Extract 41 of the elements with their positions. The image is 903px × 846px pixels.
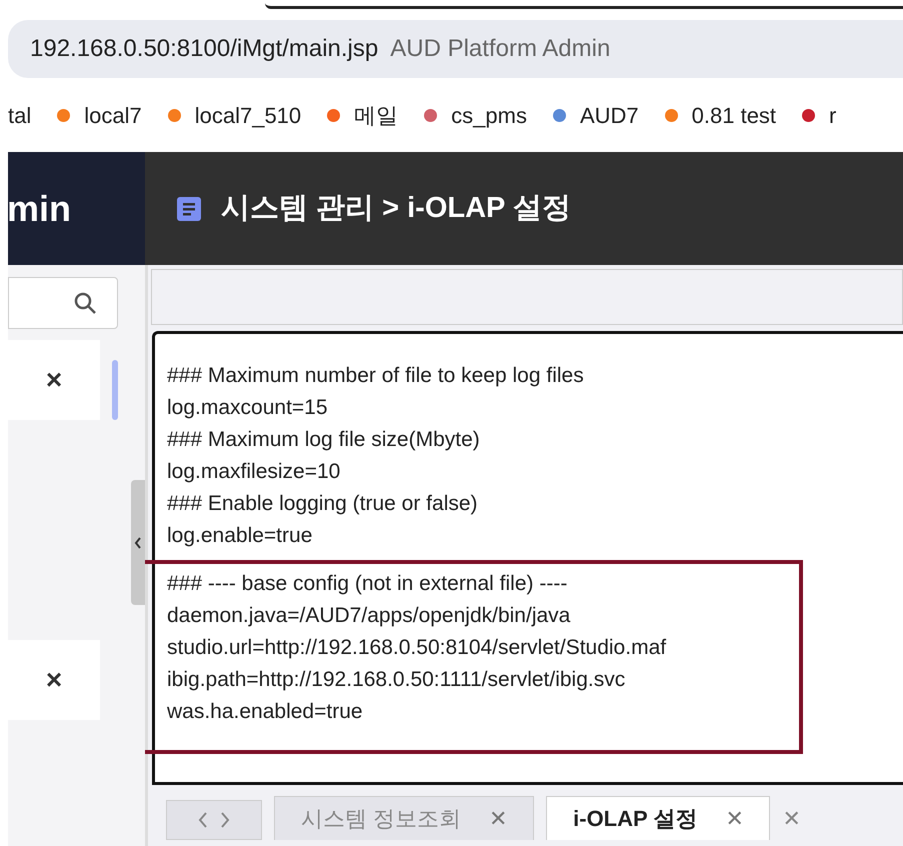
brand-text: min xyxy=(7,186,72,230)
bookmark-link[interactable]: tal xyxy=(8,98,32,132)
bookmark-link[interactable]: 0.81 test xyxy=(692,98,776,132)
collapse-handle[interactable] xyxy=(131,480,145,605)
bookmark-link[interactable]: r xyxy=(829,98,836,132)
code-line: ### Maximum log file size(Mbyte) xyxy=(167,427,480,453)
search-icon xyxy=(73,290,97,314)
code-line: log.maxfilesize=10 xyxy=(167,459,340,485)
chevron-left-icon xyxy=(134,536,142,548)
close-icon[interactable]: × xyxy=(46,359,62,401)
sidebar-tab[interactable]: × xyxy=(8,640,100,720)
code-line: log.maxcount=15 xyxy=(167,395,328,421)
code-line: ibig.path=http://192.168.0.50:1111/servlet/ibig.svc xyxy=(167,667,626,693)
close-icon[interactable]: ✕ xyxy=(725,802,744,835)
tab[interactable]: 시스템 정보조회 ✕ xyxy=(274,796,534,840)
tab[interactable]: i-OLAP 설정 ✕ xyxy=(546,796,770,840)
code-line: ### Maximum number of file to keep log files xyxy=(167,363,584,389)
code-line: log.enable=true xyxy=(167,523,312,549)
sidebar-tab[interactable]: × xyxy=(8,340,100,420)
bookmark-link[interactable]: local7_510 xyxy=(194,98,302,132)
code-line: daemon.java=/AUD7/apps/openjdk/bin/java xyxy=(167,603,570,629)
address-bar[interactable]: 192.168.0.50:8100/iMgt/main.jsp AUD Platform Admin xyxy=(8,20,903,78)
page-title: AUD Platform Admin xyxy=(390,34,610,64)
chevron-right-icon[interactable] xyxy=(220,811,230,829)
code-line: ### Enable logging (true or false) xyxy=(167,491,478,517)
bookmark-link[interactable]: 메일 xyxy=(354,98,398,132)
search-field[interactable] xyxy=(8,276,118,328)
bookmark-link[interactable]: local7 xyxy=(84,98,142,132)
breadcrumb: 시스템 관리 > i-OLAP 설정 xyxy=(221,190,571,226)
close-icon[interactable]: × xyxy=(46,659,62,701)
close-icon[interactable]: ✕ xyxy=(489,802,508,835)
document-icon xyxy=(177,196,201,220)
code-line: studio.url=http://192.168.0.50:8104/servlet/Studio.maf xyxy=(167,635,666,661)
scrollbar-thumb[interactable] xyxy=(112,360,118,420)
code-line: was.ha.enabled=true xyxy=(167,699,363,725)
chevron-left-icon[interactable] xyxy=(198,811,208,829)
code-line: ### ---- base config (not in external file) ---- xyxy=(167,571,568,597)
tab-scroll-buttons[interactable] xyxy=(166,800,262,840)
bookmark-link[interactable]: cs_pms xyxy=(451,98,527,132)
url-text: 192.168.0.50:8100/iMgt/main.jsp xyxy=(30,34,378,64)
bookmark-link[interactable]: AUD7 xyxy=(580,98,639,132)
